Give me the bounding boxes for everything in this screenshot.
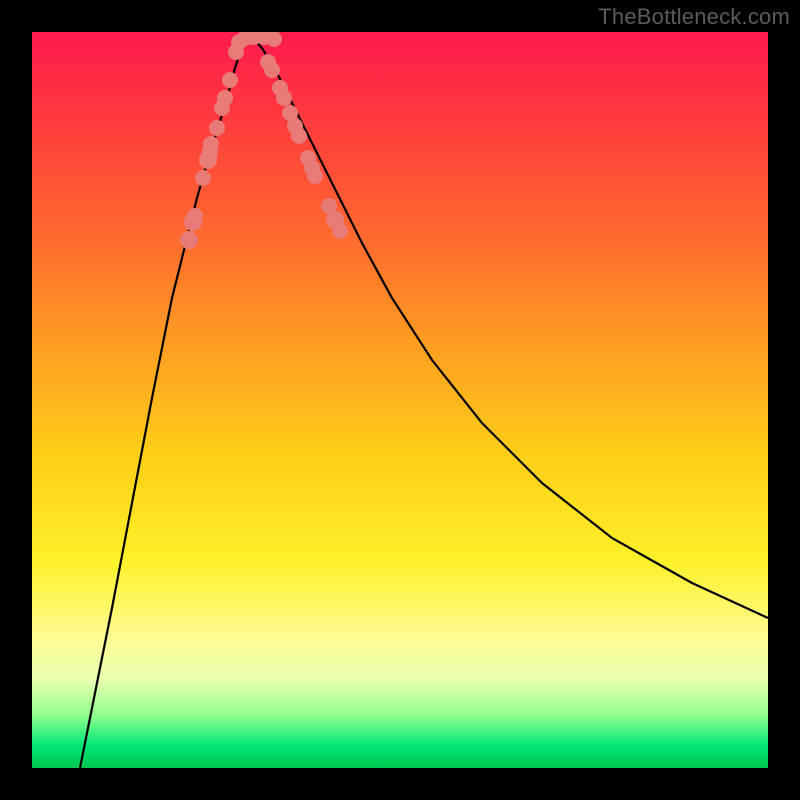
watermark-text: TheBottleneck.com [598, 4, 790, 30]
data-point [195, 170, 211, 186]
data-point [187, 208, 203, 224]
chart-frame: TheBottleneck.com [0, 0, 800, 800]
data-point [209, 120, 225, 136]
data-point [264, 62, 280, 78]
plot-area [32, 32, 768, 768]
data-point [222, 72, 238, 88]
curve-svg [32, 32, 768, 768]
curve-left [80, 33, 248, 768]
data-point [180, 231, 198, 249]
data-point [307, 168, 323, 184]
data-point [276, 90, 292, 106]
data-point [203, 136, 219, 152]
curve-right [248, 33, 768, 618]
data-point [332, 223, 348, 239]
data-points [180, 32, 348, 249]
data-point [217, 90, 233, 106]
data-point [291, 128, 307, 144]
data-point [266, 32, 282, 47]
